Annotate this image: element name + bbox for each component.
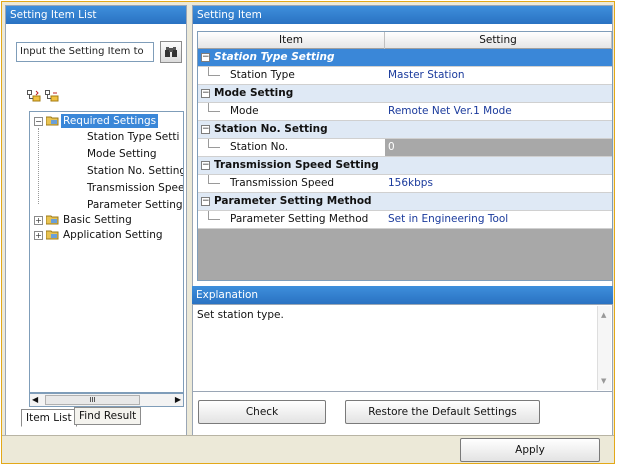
column-header-setting: Setting bbox=[385, 32, 612, 49]
setting-value[interactable]: Master Station bbox=[385, 67, 612, 85]
tree-horizontal-scrollbar[interactable]: ◀ III ▶ bbox=[29, 393, 184, 407]
folder-icon bbox=[46, 230, 59, 240]
grid-group-row[interactable]: − Parameter Setting Method bbox=[198, 193, 612, 211]
tree-item-application-setting[interactable]: Application Setting bbox=[63, 228, 163, 242]
grid-group-row[interactable]: − Transmission Speed Setting bbox=[198, 157, 612, 175]
group-label: Station Type Setting bbox=[214, 51, 335, 63]
collapse-icon[interactable]: − bbox=[201, 125, 210, 134]
grid-item-row[interactable]: Station No. 0 bbox=[198, 139, 612, 157]
group-label: Parameter Setting Method bbox=[214, 195, 372, 207]
tree-item-required-settings[interactable]: Required Settings bbox=[61, 114, 159, 128]
grid-item-row[interactable]: Station Type Master Station bbox=[198, 67, 612, 85]
group-label: Transmission Speed Setting bbox=[214, 159, 379, 171]
scroll-up-arrow-icon[interactable]: ▲ bbox=[601, 311, 606, 319]
restore-defaults-button[interactable]: Restore the Default Settings bbox=[345, 400, 540, 424]
tree-item-transmission-speed[interactable]: Transmission Spee bbox=[87, 181, 183, 195]
explanation-vertical-scrollbar[interactable]: ▲ ▼ bbox=[597, 306, 611, 390]
collapse-all-icon[interactable] bbox=[45, 90, 59, 102]
explanation-text: Set station type. bbox=[197, 309, 284, 321]
settings-dialog: Setting Item List Input the Setting Item… bbox=[1, 1, 615, 464]
folder-icon bbox=[46, 215, 59, 225]
apply-button[interactable]: Apply bbox=[460, 438, 600, 462]
item-label: Station No. bbox=[230, 141, 289, 153]
scroll-right-arrow-icon[interactable]: ▶ bbox=[175, 395, 181, 404]
collapse-icon[interactable]: − bbox=[201, 161, 210, 170]
footer-divider bbox=[2, 435, 614, 436]
scroll-left-arrow-icon[interactable]: ◀ bbox=[32, 395, 38, 404]
binoculars-icon bbox=[165, 47, 177, 57]
folder-open-icon bbox=[46, 116, 59, 126]
item-label: Parameter Setting Method bbox=[230, 213, 369, 225]
setting-item-list-title: Setting Item List bbox=[6, 6, 186, 24]
setting-value: 0 bbox=[385, 139, 612, 157]
tree-item-station-no[interactable]: Station No. Setting bbox=[87, 164, 183, 178]
collapse-icon[interactable]: − bbox=[201, 89, 210, 98]
search-input[interactable]: Input the Setting Item to bbox=[16, 42, 154, 62]
scroll-thumb[interactable]: III bbox=[45, 395, 140, 405]
setting-value[interactable]: 156kbps bbox=[385, 175, 612, 193]
setting-value[interactable]: Set in Engineering Tool bbox=[385, 211, 612, 229]
required-collapse-toggle[interactable]: − bbox=[34, 117, 43, 126]
grid-header: Item Setting bbox=[198, 32, 612, 49]
search-button[interactable] bbox=[160, 41, 182, 63]
application-expand-toggle[interactable]: + bbox=[34, 231, 43, 240]
setting-value[interactable]: Remote Net Ver.1 Mode bbox=[385, 103, 612, 121]
grid-group-row[interactable]: − Mode Setting bbox=[198, 85, 612, 103]
tree-item-parameter-setting[interactable]: Parameter Setting bbox=[87, 198, 183, 212]
settings-grid: Item Setting − Station Type Setting Stati… bbox=[197, 31, 613, 281]
item-label: Station Type bbox=[230, 69, 295, 81]
basic-expand-toggle[interactable]: + bbox=[34, 216, 43, 225]
setting-item-title: Setting Item bbox=[193, 6, 612, 24]
item-label: Mode bbox=[230, 105, 259, 117]
grid-item-row[interactable]: Transmission Speed 156kbps bbox=[198, 175, 612, 193]
expand-all-icon[interactable] bbox=[27, 90, 41, 102]
tree-item-mode-setting[interactable]: Mode Setting bbox=[87, 147, 157, 161]
scroll-down-arrow-icon[interactable]: ▼ bbox=[601, 377, 606, 385]
group-label: Mode Setting bbox=[214, 87, 294, 99]
grid-item-row[interactable]: Parameter Setting Method Set in Engineer… bbox=[198, 211, 612, 229]
column-header-item: Item bbox=[198, 32, 385, 49]
grid-group-row[interactable]: − Station No. Setting bbox=[198, 121, 612, 139]
tab-find-result[interactable]: Find Result bbox=[74, 407, 142, 425]
tree-item-station-type[interactable]: Station Type Setti bbox=[87, 130, 179, 144]
settings-tree: − Required Settings Station Type Setti M… bbox=[29, 111, 184, 393]
explanation-title: Explanation bbox=[192, 286, 613, 304]
tree-item-basic-setting[interactable]: Basic Setting bbox=[63, 213, 132, 227]
explanation-box: Set station type. ▲ ▼ bbox=[192, 304, 613, 392]
grid-group-row[interactable]: − Station Type Setting bbox=[198, 49, 612, 67]
collapse-icon[interactable]: − bbox=[201, 197, 210, 206]
group-label: Station No. Setting bbox=[214, 123, 328, 135]
tab-item-list[interactable]: Item List bbox=[21, 409, 77, 427]
check-button[interactable]: Check bbox=[198, 400, 326, 424]
item-label: Transmission Speed bbox=[230, 177, 335, 189]
collapse-icon[interactable]: − bbox=[201, 53, 210, 62]
grid-item-row[interactable]: Mode Remote Net Ver.1 Mode bbox=[198, 103, 612, 121]
